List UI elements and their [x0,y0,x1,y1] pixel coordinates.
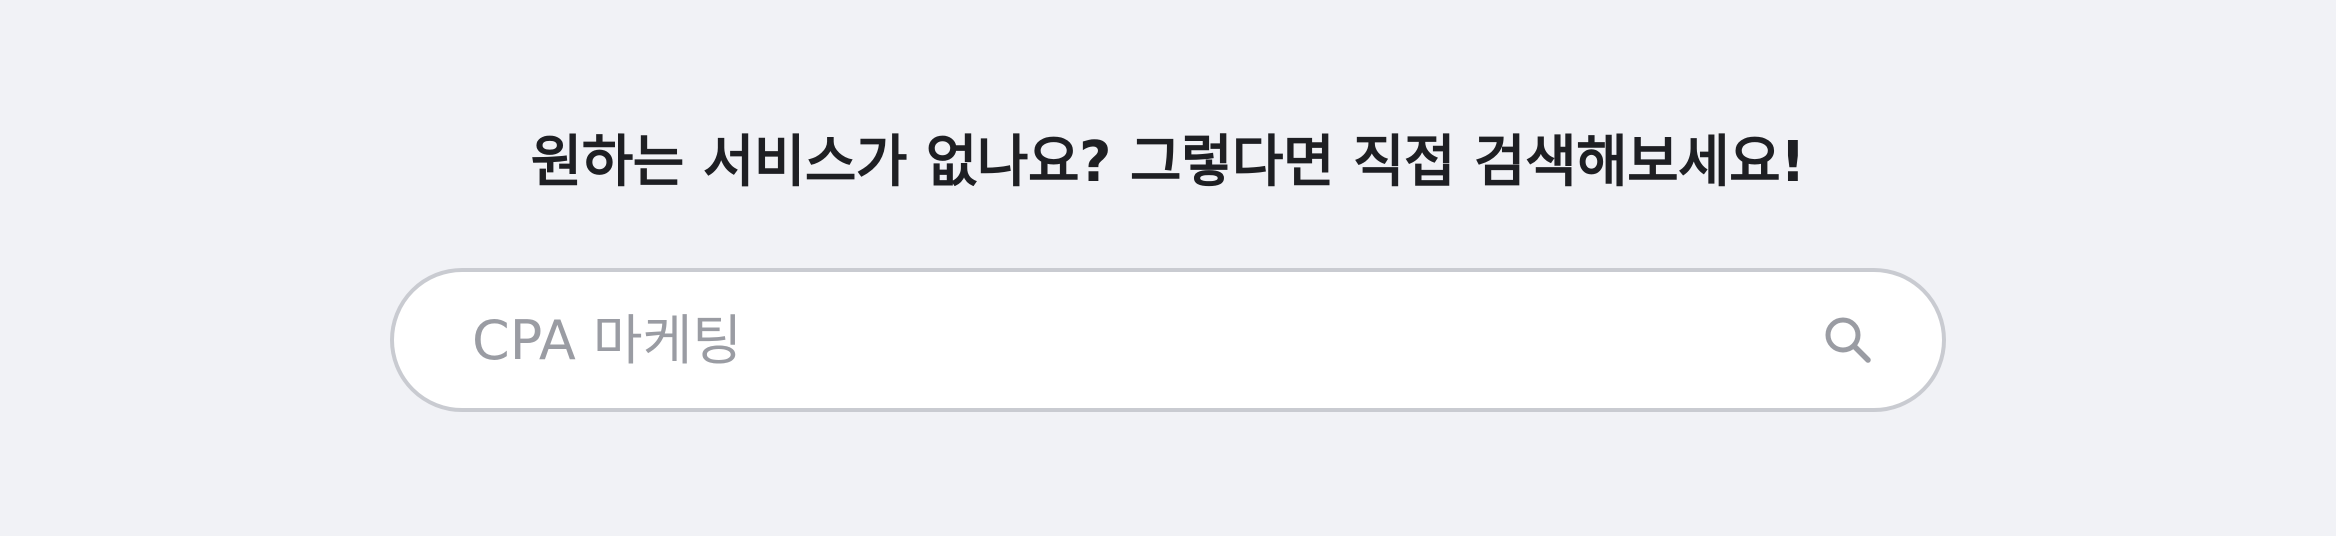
page-title: 원하는 서비스가 없나요? 그렇다면 직접 검색해보세요! [530,130,1806,195]
search-icon [1822,314,1874,366]
search-section: 원하는 서비스가 없나요? 그렇다면 직접 검색해보세요! [0,0,2336,536]
search-input[interactable] [472,272,1772,408]
search-button[interactable] [1822,314,1874,366]
search-bar [390,268,1946,412]
